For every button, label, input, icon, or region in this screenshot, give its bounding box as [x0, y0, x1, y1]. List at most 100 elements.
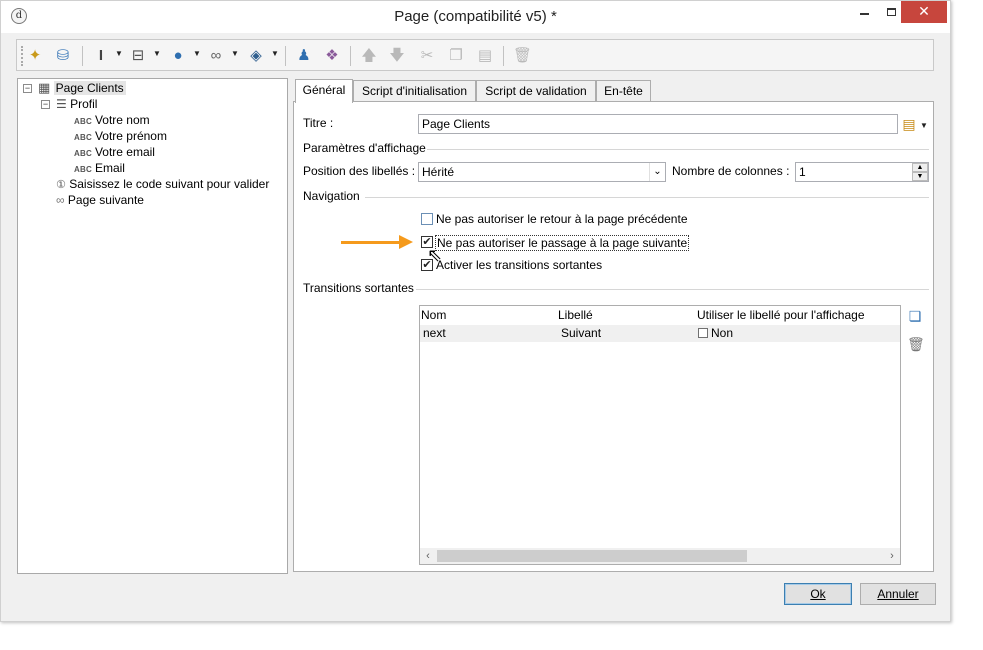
cancel-button-label: Annuler	[877, 587, 919, 601]
cell-nom: next	[423, 326, 446, 340]
column-header-libelle[interactable]: Libellé	[558, 308, 593, 322]
text-field-icon: ABC	[74, 165, 92, 174]
tree-item-field[interactable]: ABC Votre email	[74, 144, 155, 160]
delete-icon[interactable]: 🗑	[513, 47, 532, 65]
copy-icon[interactable]: ❐	[447, 47, 465, 65]
chevron-down-icon[interactable]: ▼	[115, 49, 123, 58]
mouse-cursor-icon: ⇖	[427, 245, 443, 265]
link-icon[interactable]: ∞	[207, 47, 225, 65]
horizontal-scrollbar[interactable]: ‹ ›	[420, 548, 900, 564]
database-icon[interactable]: ⛁	[54, 47, 72, 65]
title-bar[interactable]: d Page (compatibilité v5) * ✕	[1, 1, 950, 33]
tree-item-field[interactable]: ABC Votre nom	[74, 112, 150, 128]
dialog-window: d Page (compatibilité v5) * ✕ ✦ ⛁ I ▼ ⊟ …	[0, 0, 951, 622]
columns-input[interactable]	[795, 162, 929, 182]
scrollbar-thumb[interactable]	[437, 550, 747, 562]
tab-validation-script[interactable]: Script de validation	[476, 80, 596, 102]
chevron-down-icon[interactable]: ▼	[193, 49, 201, 58]
delete-row-icon[interactable]: 🗑	[907, 336, 925, 352]
position-label: Position des libellés :	[303, 164, 416, 178]
ok-button[interactable]: Ok	[784, 583, 852, 605]
grid-header: Nom Libellé Utiliser le libellé pour l'a…	[420, 306, 900, 324]
no-back-label: Ne pas autoriser le retour à la page pré…	[436, 212, 688, 226]
layers-icon[interactable]: ◈	[247, 47, 265, 65]
tab-general[interactable]: Général	[295, 79, 353, 103]
column-header-nom[interactable]: Nom	[421, 308, 446, 322]
add-node-icon[interactable]: ❖	[323, 47, 341, 65]
toolbar-separator	[285, 46, 286, 66]
tree-item-validation[interactable]: ① Saisissez le code suivant pour valider	[56, 176, 269, 192]
minimize-button[interactable]	[850, 1, 878, 23]
table-row[interactable]: next Suivant Non	[420, 325, 900, 342]
captcha-icon: ①	[56, 179, 66, 191]
tree-item-next-page[interactable]: ∞ Page suivante	[56, 192, 144, 208]
navigation-section-title: Navigation	[303, 189, 360, 203]
no-back-checkbox[interactable]	[421, 213, 433, 225]
cancel-button[interactable]: Annuler	[860, 583, 936, 605]
arrow-down-icon[interactable]: 🡇	[388, 47, 406, 65]
chevron-down-icon[interactable]: ▼	[153, 49, 161, 58]
tree-item-label: Profil	[70, 97, 98, 111]
display-section-title: Paramètres d'affichage	[303, 141, 426, 155]
annotation-arrow	[341, 241, 401, 244]
toolbar-grip[interactable]	[21, 46, 23, 66]
chevron-down-icon[interactable]: ▼	[271, 49, 279, 58]
titre-input[interactable]	[418, 114, 898, 134]
scroll-left-icon[interactable]: ‹	[420, 548, 436, 564]
titre-label: Titre :	[303, 116, 334, 130]
section-divider	[365, 197, 929, 198]
cell-libelle: Suivant	[561, 326, 602, 340]
ok-button-label: Ok	[810, 587, 826, 601]
close-button[interactable]: ✕	[901, 1, 947, 23]
flow-icon[interactable]: ⊟	[129, 47, 147, 65]
toolbar-separator	[503, 46, 504, 66]
text-field-icon: ABC	[74, 117, 92, 126]
tree-item-label: Votre email	[94, 145, 155, 159]
tree-panel[interactable]: − ▦ Page Clients − ☰ Profil ABC Votre nom…	[17, 78, 288, 574]
magic-wand-icon[interactable]: ✦	[26, 47, 44, 65]
list-icon: ☰	[56, 97, 67, 111]
text-cursor-icon[interactable]: I	[92, 47, 110, 65]
globe-icon[interactable]: ●	[169, 47, 187, 65]
chevron-down-icon[interactable]: ⌄	[649, 163, 665, 181]
tree-item-label: Email	[94, 161, 125, 175]
chevron-down-icon[interactable]: ▼	[231, 49, 239, 58]
cut-icon[interactable]: ✂	[418, 47, 436, 65]
tree-item-profil[interactable]: ☰ Profil	[56, 96, 97, 112]
no-next-label: Ne pas autoriser le passage à la page su…	[435, 235, 690, 251]
close-icon: ✕	[918, 3, 930, 19]
tree-item-field[interactable]: ABC Email	[74, 160, 125, 176]
arrow-up-icon[interactable]: 🡅	[360, 47, 378, 65]
spin-up-icon[interactable]: ▲	[912, 163, 928, 172]
annotation-arrow-head	[399, 235, 413, 249]
page-icon: ▦	[38, 80, 51, 95]
tree-item-label: Page suivante	[67, 193, 144, 207]
insert-field-icon[interactable]: ▤	[901, 116, 917, 132]
position-select[interactable]: Hérité	[418, 162, 666, 182]
use-label-checkbox[interactable]	[698, 328, 708, 338]
add-row-icon[interactable]: ❏	[907, 308, 923, 324]
link-icon: ∞	[56, 193, 65, 207]
collapse-toggle[interactable]: −	[23, 84, 32, 93]
section-divider	[427, 149, 929, 150]
toolbar-separator	[350, 46, 351, 66]
cell-use-label[interactable]: Non	[698, 326, 733, 340]
tab-header[interactable]: En-tête	[596, 80, 651, 102]
chevron-down-icon[interactable]: ▼	[920, 121, 928, 130]
user-icon[interactable]: ♟	[295, 47, 313, 65]
toolbar-separator	[82, 46, 83, 66]
maximize-icon	[886, 7, 896, 16]
paste-icon[interactable]: ▤	[476, 47, 494, 65]
column-header-use-label[interactable]: Utiliser le libellé pour l'affichage	[697, 308, 865, 322]
tree-item-field[interactable]: ABC Votre prénom	[74, 128, 167, 144]
scroll-right-icon[interactable]: ›	[884, 548, 900, 564]
tree-item-page-clients[interactable]: ▦ Page Clients	[38, 80, 126, 96]
spin-down-icon[interactable]: ▼	[912, 172, 928, 181]
tab-init-script[interactable]: Script d'initialisation	[353, 80, 476, 102]
minimize-icon	[859, 13, 869, 16]
collapse-toggle[interactable]: −	[41, 100, 50, 109]
window-title: Page (compatibilité v5) *	[394, 8, 557, 25]
transitions-label: Activer les transitions sortantes	[436, 258, 603, 272]
transitions-grid[interactable]: Nom Libellé Utiliser le libellé pour l'a…	[419, 305, 901, 565]
columns-label: Nombre de colonnes :	[672, 164, 790, 178]
